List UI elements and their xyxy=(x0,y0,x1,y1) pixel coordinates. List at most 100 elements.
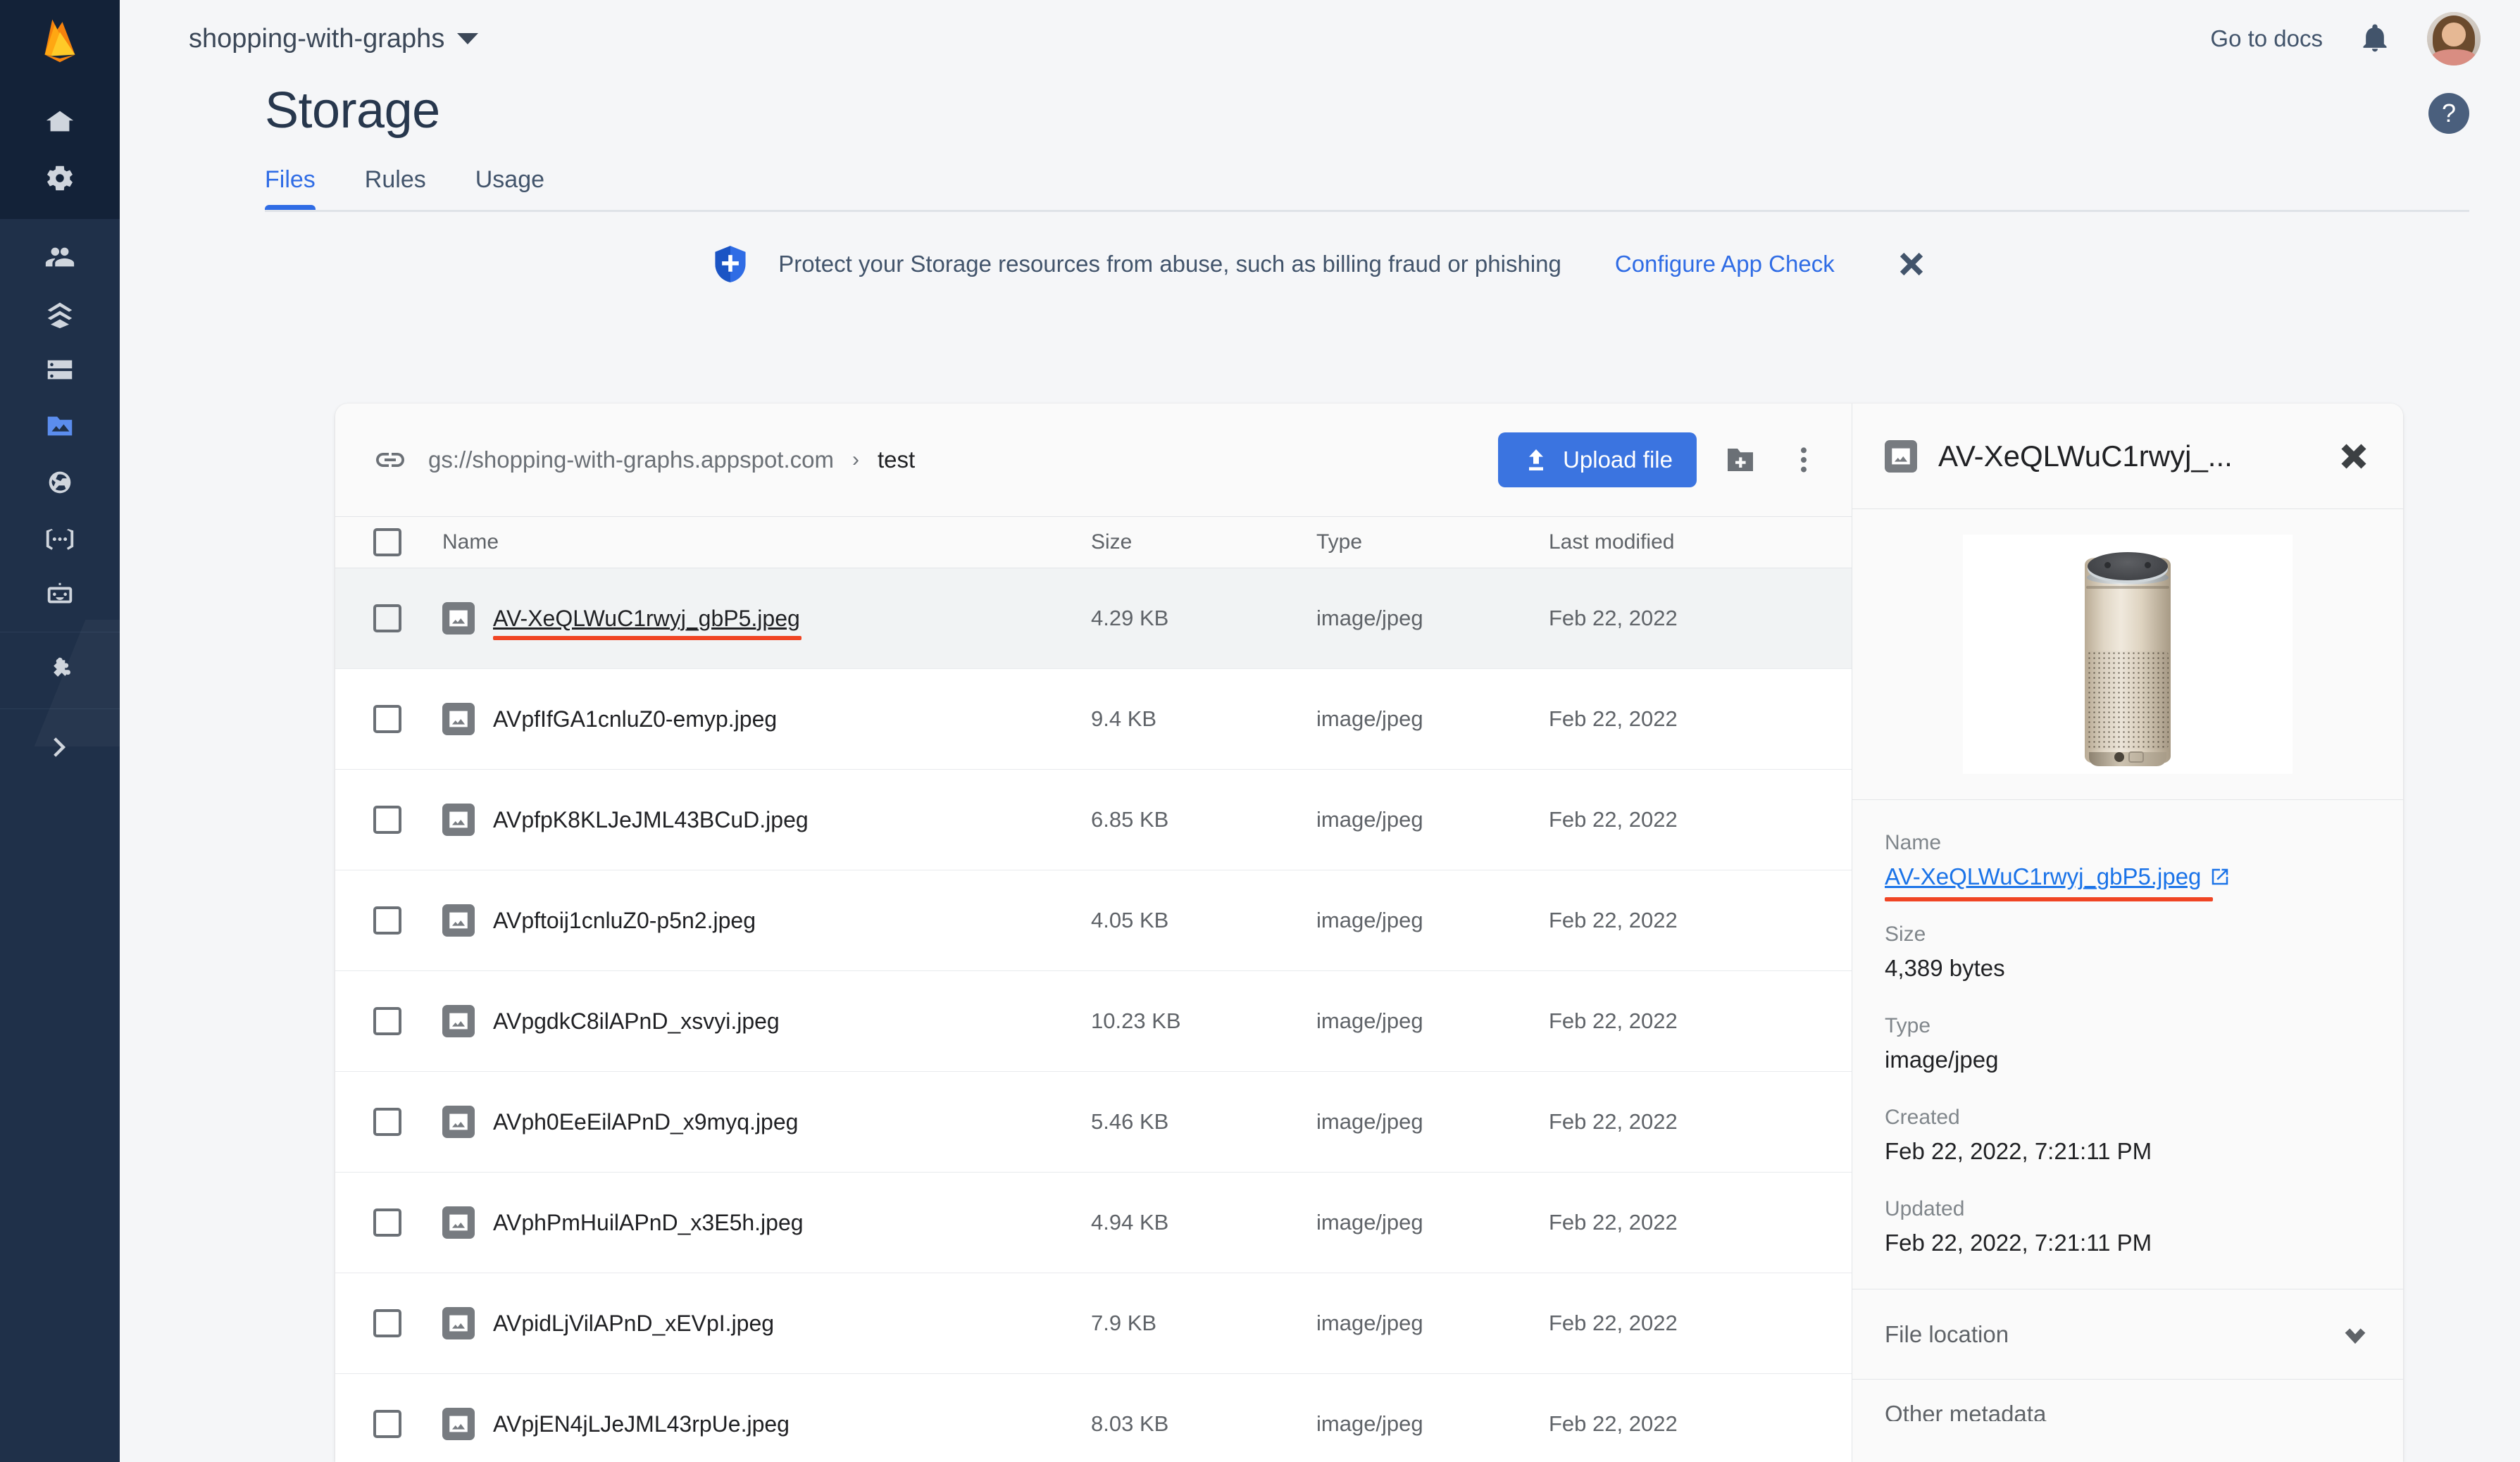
file-name-link[interactable]: AVpftoij1cnluZ0-p5n2.jpeg xyxy=(493,908,756,934)
sidebar-item-home[interactable] xyxy=(0,94,120,150)
table-row[interactable]: AVpgdkC8ilAPnD_xsvyi.jpeg 10.23 KB image/j… xyxy=(335,971,1852,1072)
file-name-link[interactable]: AV-XeQLWuC1rwyj_gbP5.jpeg xyxy=(493,606,801,640)
file-name-link[interactable]: AVpfpK8KLJeJML43BCuD.jpeg xyxy=(493,807,809,833)
file-modified: Feb 22, 2022 xyxy=(1549,706,1678,731)
tab-files[interactable]: Files xyxy=(265,166,316,212)
file-name-link[interactable]: AVpgdkC8ilAPnD_xsvyi.jpeg xyxy=(493,1008,780,1035)
row-checkbox[interactable] xyxy=(373,1108,401,1136)
file-name-link[interactable]: AVph0EeEilAPnD_x9myq.jpeg xyxy=(493,1109,798,1135)
field-updated: Updated Feb 22, 2022, 7:21:11 PM xyxy=(1885,1197,2371,1256)
go-to-docs-link[interactable]: Go to docs xyxy=(2210,25,2323,52)
image-glyph-icon xyxy=(449,1416,468,1432)
image-glyph-icon xyxy=(449,1214,468,1231)
more-options-button[interactable] xyxy=(1784,440,1823,480)
tab-rules[interactable]: Rules xyxy=(365,166,426,212)
file-name-link[interactable]: AV-XeQLWuC1rwyj_gbP5.jpeg xyxy=(1885,863,2231,890)
table-row[interactable]: AVpfpK8KLJeJML43BCuD.jpeg 6.85 KB image/jp… xyxy=(335,770,1852,870)
tab-underline xyxy=(265,210,2469,212)
select-all-cell xyxy=(373,528,442,556)
firebase-storage-console: shopping-with-graphs Go to docs Storage … xyxy=(0,0,2520,1462)
avatar-body xyxy=(2431,49,2476,65)
table-row[interactable]: AVpjEN4jLJeJML43rpUe.jpeg 8.03 KB image/jp… xyxy=(335,1374,1852,1462)
sidebar-item-realtime-database[interactable] xyxy=(0,342,120,398)
close-icon[interactable] xyxy=(2337,439,2371,473)
image-glyph-icon xyxy=(449,1013,468,1030)
section-other-metadata[interactable]: Other metadata xyxy=(1852,1379,2403,1421)
column-header-last-modified[interactable]: Last modified xyxy=(1549,530,1852,554)
table-row[interactable]: AVph0EeEilAPnD_x9myq.jpeg 5.46 KB image/jp… xyxy=(335,1072,1852,1173)
sidebar-expand-toggle[interactable] xyxy=(0,719,120,775)
link-icon[interactable] xyxy=(373,443,407,477)
field-label-updated: Updated xyxy=(1885,1197,1965,1220)
row-checkbox[interactable] xyxy=(373,1208,401,1237)
image-icon xyxy=(442,1408,475,1440)
table-row[interactable]: AVpftoij1cnluZ0-p5n2.jpeg 4.05 KB image/jp… xyxy=(335,870,1852,971)
image-folder-icon xyxy=(47,416,73,436)
close-icon[interactable] xyxy=(1895,248,1928,280)
file-preview xyxy=(1852,509,2403,800)
file-size: 4.29 KB xyxy=(1091,606,1169,630)
row-checkbox[interactable] xyxy=(373,705,401,733)
breadcrumb-bucket[interactable]: gs://shopping-with-graphs.appspot.com xyxy=(428,446,834,473)
table-row[interactable]: AVpidLjVilAPnD_xEVpI.jpeg 7.9 KB image/jpe… xyxy=(335,1273,1852,1374)
file-modified: Feb 22, 2022 xyxy=(1549,1210,1678,1235)
sidebar-item-authentication[interactable] xyxy=(0,229,120,285)
sidebar-item-hosting[interactable] xyxy=(0,454,120,511)
file-name-link[interactable]: AVpjEN4jLJeJML43rpUe.jpeg xyxy=(493,1411,790,1437)
functions-icon xyxy=(46,529,74,550)
metadata-fields: Name AV-XeQLWuC1rwyj_gbP5.jpeg Size 4,38… xyxy=(1852,800,2403,1289)
sidebar-item-machine-learning[interactable] xyxy=(0,567,120,623)
smart-speaker-photo xyxy=(2085,542,2171,766)
sidebar-item-extensions[interactable] xyxy=(0,642,120,699)
detail-panel-header: AV-XeQLWuC1rwyj_... xyxy=(1852,404,2403,509)
file-type: image/jpeg xyxy=(1316,908,1423,932)
file-name-cell: AVpjEN4jLJeJML43rpUe.jpeg xyxy=(442,1408,1091,1440)
file-name-link[interactable]: AVpidLjVilAPnD_xEVpI.jpeg xyxy=(493,1311,774,1337)
sidebar-item-firestore-database[interactable] xyxy=(0,285,120,342)
upload-file-button[interactable]: Upload file xyxy=(1498,432,1697,487)
file-name-cell: AVpfpK8KLJeJML43BCuD.jpeg xyxy=(442,804,1091,836)
column-header-type[interactable]: Type xyxy=(1316,530,1549,554)
project-selector[interactable]: shopping-with-graphs xyxy=(159,18,488,60)
main-content: shopping-with-graphs Go to docs Storage … xyxy=(120,0,2520,1462)
field-label-name: Name xyxy=(1885,831,1942,854)
file-modified: Feb 22, 2022 xyxy=(1549,1008,1678,1033)
image-icon xyxy=(442,904,475,937)
puzzle-icon xyxy=(54,657,70,677)
section-file-location[interactable]: File location xyxy=(1852,1289,2403,1379)
avatar[interactable] xyxy=(2427,12,2481,65)
row-checkbox[interactable] xyxy=(373,1007,401,1035)
speaker-top xyxy=(2088,552,2168,580)
table-row[interactable]: AV-XeQLWuC1rwyj_gbP5.jpeg 4.29 KB image/jp… xyxy=(335,568,1852,669)
column-header-size[interactable]: Size xyxy=(1091,530,1316,554)
table-row[interactable]: AVphPmHuilAPnD_x3E5h.jpeg 4.94 KB image/jp… xyxy=(335,1173,1852,1273)
file-name-link[interactable]: AVpfIfGA1cnluZ0-emyp.jpeg xyxy=(493,706,777,732)
row-checkbox[interactable] xyxy=(373,806,401,834)
gear-icon xyxy=(46,165,73,191)
preview-thumbnail[interactable] xyxy=(1963,535,2293,774)
row-checkbox[interactable] xyxy=(373,1410,401,1438)
row-select-cell xyxy=(373,705,442,733)
avatar-face xyxy=(2442,23,2466,46)
create-folder-button[interactable] xyxy=(1721,440,1760,480)
row-checkbox[interactable] xyxy=(373,906,401,935)
firebase-logo[interactable] xyxy=(0,0,120,81)
file-name-link[interactable]: AVphPmHuilAPnD_x3E5h.jpeg xyxy=(493,1210,804,1236)
table-row[interactable]: AVpfIfGA1cnluZ0-emyp.jpeg 9.4 KB image/jpe… xyxy=(335,669,1852,770)
row-checkbox[interactable] xyxy=(373,1309,401,1337)
breadcrumb-folder[interactable]: test xyxy=(878,446,915,473)
sidebar-item-functions[interactable] xyxy=(0,511,120,567)
image-icon xyxy=(442,602,475,635)
image-glyph-icon xyxy=(449,1113,468,1130)
sidebar-item-storage[interactable] xyxy=(0,398,120,454)
row-select-cell xyxy=(373,1108,442,1136)
row-checkbox[interactable] xyxy=(373,604,401,632)
tab-usage[interactable]: Usage xyxy=(475,166,544,212)
configure-app-check-link[interactable]: Configure App Check xyxy=(1615,251,1835,277)
sidebar-item-project-settings[interactable] xyxy=(0,150,120,206)
column-header-name[interactable]: Name xyxy=(442,530,1091,554)
notifications-bell-icon[interactable] xyxy=(2359,23,2390,54)
help-button[interactable]: ? xyxy=(2428,93,2469,134)
select-all-checkbox[interactable] xyxy=(373,528,401,556)
create-folder-icon xyxy=(1728,449,1753,471)
